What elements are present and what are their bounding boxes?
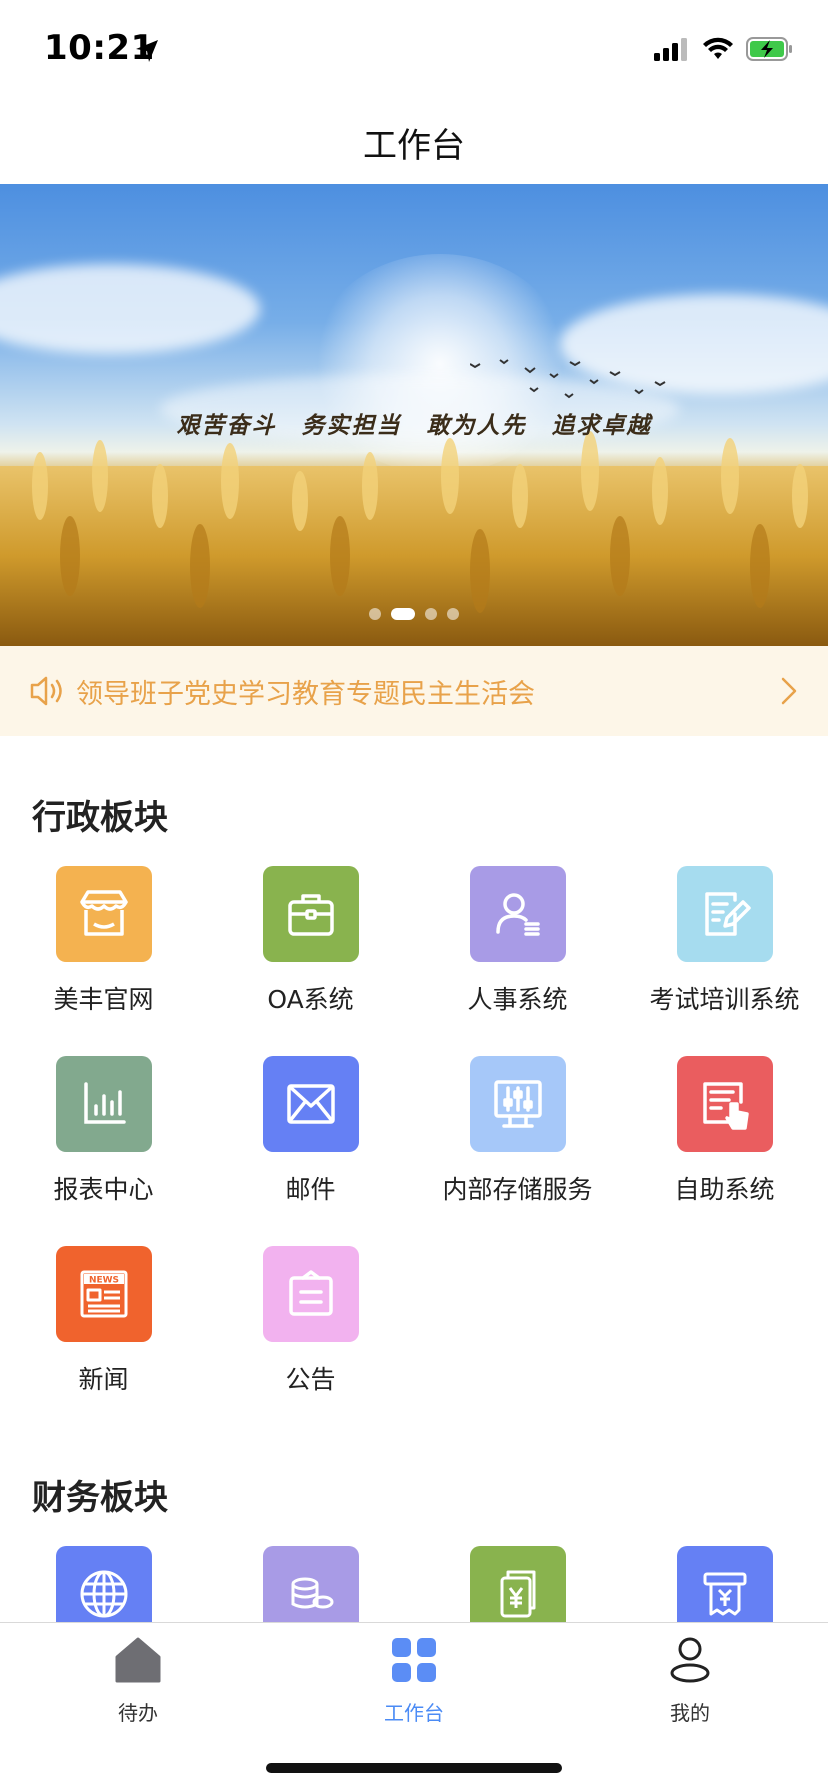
server-monitor-icon — [470, 1056, 566, 1152]
tile-oa-system[interactable]: OA系统 — [207, 866, 414, 1016]
user-icon — [670, 1637, 710, 1683]
tile-hr-system[interactable]: 人事系统 — [414, 866, 621, 1016]
tile-label: 考试培训系统 — [649, 985, 800, 1014]
announcement-icon — [263, 1246, 359, 1342]
self-service-icon — [677, 1056, 773, 1152]
tile-announcement[interactable]: 公告 — [207, 1246, 414, 1396]
section-title-finance: 财务板块 — [32, 1478, 168, 1518]
banner-slogan: 艰苦奋斗 务实担当 敢为人先 追求卓越 — [176, 413, 652, 439]
tile-news[interactable]: NEWS 新闻 — [0, 1246, 207, 1396]
person-list-icon — [470, 866, 566, 962]
tile-mail[interactable]: 邮件 — [207, 1056, 414, 1206]
admin-grid: 美丰官网 OA系统 人事系统 考试培训系统 报表中心 邮件 内部存储服务 自助系… — [0, 866, 828, 1394]
coins-icon — [263, 1546, 359, 1622]
home-indicator[interactable] — [266, 1763, 562, 1773]
tab-mine[interactable]: 我的 — [610, 1635, 770, 1726]
banner-carousel[interactable]: 艰苦奋斗 务实担当 敢为人先 追求卓越 — [0, 184, 828, 646]
grid-icon — [392, 1638, 436, 1682]
tile-label: 内部存储服务 — [442, 1175, 593, 1204]
tile-finance-coins[interactable] — [207, 1546, 414, 1622]
wifi-icon — [703, 37, 733, 59]
home-icon — [115, 1637, 161, 1683]
tile-label: 邮件 — [285, 1175, 336, 1204]
yuan-receipt-icon — [677, 1546, 773, 1622]
tab-workbench[interactable]: 工作台 — [334, 1635, 494, 1726]
news-icon: NEWS — [56, 1246, 152, 1342]
edit-doc-icon — [677, 866, 773, 962]
carousel-dot[interactable] — [425, 608, 437, 620]
globe-icon — [56, 1546, 152, 1622]
tile-label: 自助系统 — [674, 1175, 775, 1204]
carousel-dot[interactable] — [447, 608, 459, 620]
cellular-signal-icon — [654, 38, 687, 61]
birds-image — [470, 359, 666, 399]
tab-todo[interactable]: 待办 — [58, 1635, 218, 1726]
tile-label: 美丰官网 — [53, 985, 154, 1014]
tab-label: 待办 — [118, 1701, 158, 1725]
tile-label: OA系统 — [267, 985, 354, 1014]
tile-finance-web[interactable] — [0, 1546, 207, 1622]
tile-internal-storage[interactable]: 内部存储服务 — [414, 1056, 621, 1206]
status-indicators — [654, 34, 794, 64]
finance-grid — [0, 1546, 828, 1622]
battery-charging-icon — [746, 37, 792, 61]
notice-text: 领导班子党史学习教育专题民主生活会 — [76, 679, 535, 710]
briefcase-icon — [263, 866, 359, 962]
notice-bar[interactable]: 领导班子党史学习教育专题民主生活会 — [0, 646, 828, 736]
tile-report-center[interactable]: 报表中心 — [0, 1056, 207, 1206]
tile-official-site[interactable]: 美丰官网 — [0, 866, 207, 1016]
tile-label: 公告 — [285, 1365, 336, 1394]
carousel-dot-active[interactable] — [391, 608, 415, 620]
page-title: 工作台 — [363, 126, 465, 166]
tile-label: 报表中心 — [53, 1175, 154, 1204]
store-icon — [56, 866, 152, 962]
envelope-icon — [263, 1056, 359, 1152]
location-arrow-icon — [136, 40, 158, 62]
yuan-doc-icon — [470, 1546, 566, 1622]
chevron-right-icon — [781, 677, 797, 705]
svg-text:NEWS: NEWS — [89, 1276, 119, 1286]
tile-finance-receipt[interactable] — [621, 1546, 828, 1622]
tab-label: 工作台 — [384, 1701, 444, 1725]
carousel-dots — [0, 608, 828, 620]
tile-label: 人事系统 — [467, 985, 568, 1014]
tile-self-service[interactable]: 自助系统 — [621, 1056, 828, 1206]
tab-label: 我的 — [670, 1701, 710, 1725]
carousel-dot[interactable] — [369, 608, 381, 620]
section-title-admin: 行政板块 — [32, 798, 168, 838]
tile-finance-yuan-doc[interactable] — [414, 1546, 621, 1622]
tile-label: 新闻 — [78, 1365, 129, 1394]
status-bar: 10:21 — [0, 0, 828, 100]
bar-chart-icon — [56, 1056, 152, 1152]
tile-exam-training[interactable]: 考试培训系统 — [621, 866, 828, 1016]
speaker-icon — [30, 676, 62, 706]
